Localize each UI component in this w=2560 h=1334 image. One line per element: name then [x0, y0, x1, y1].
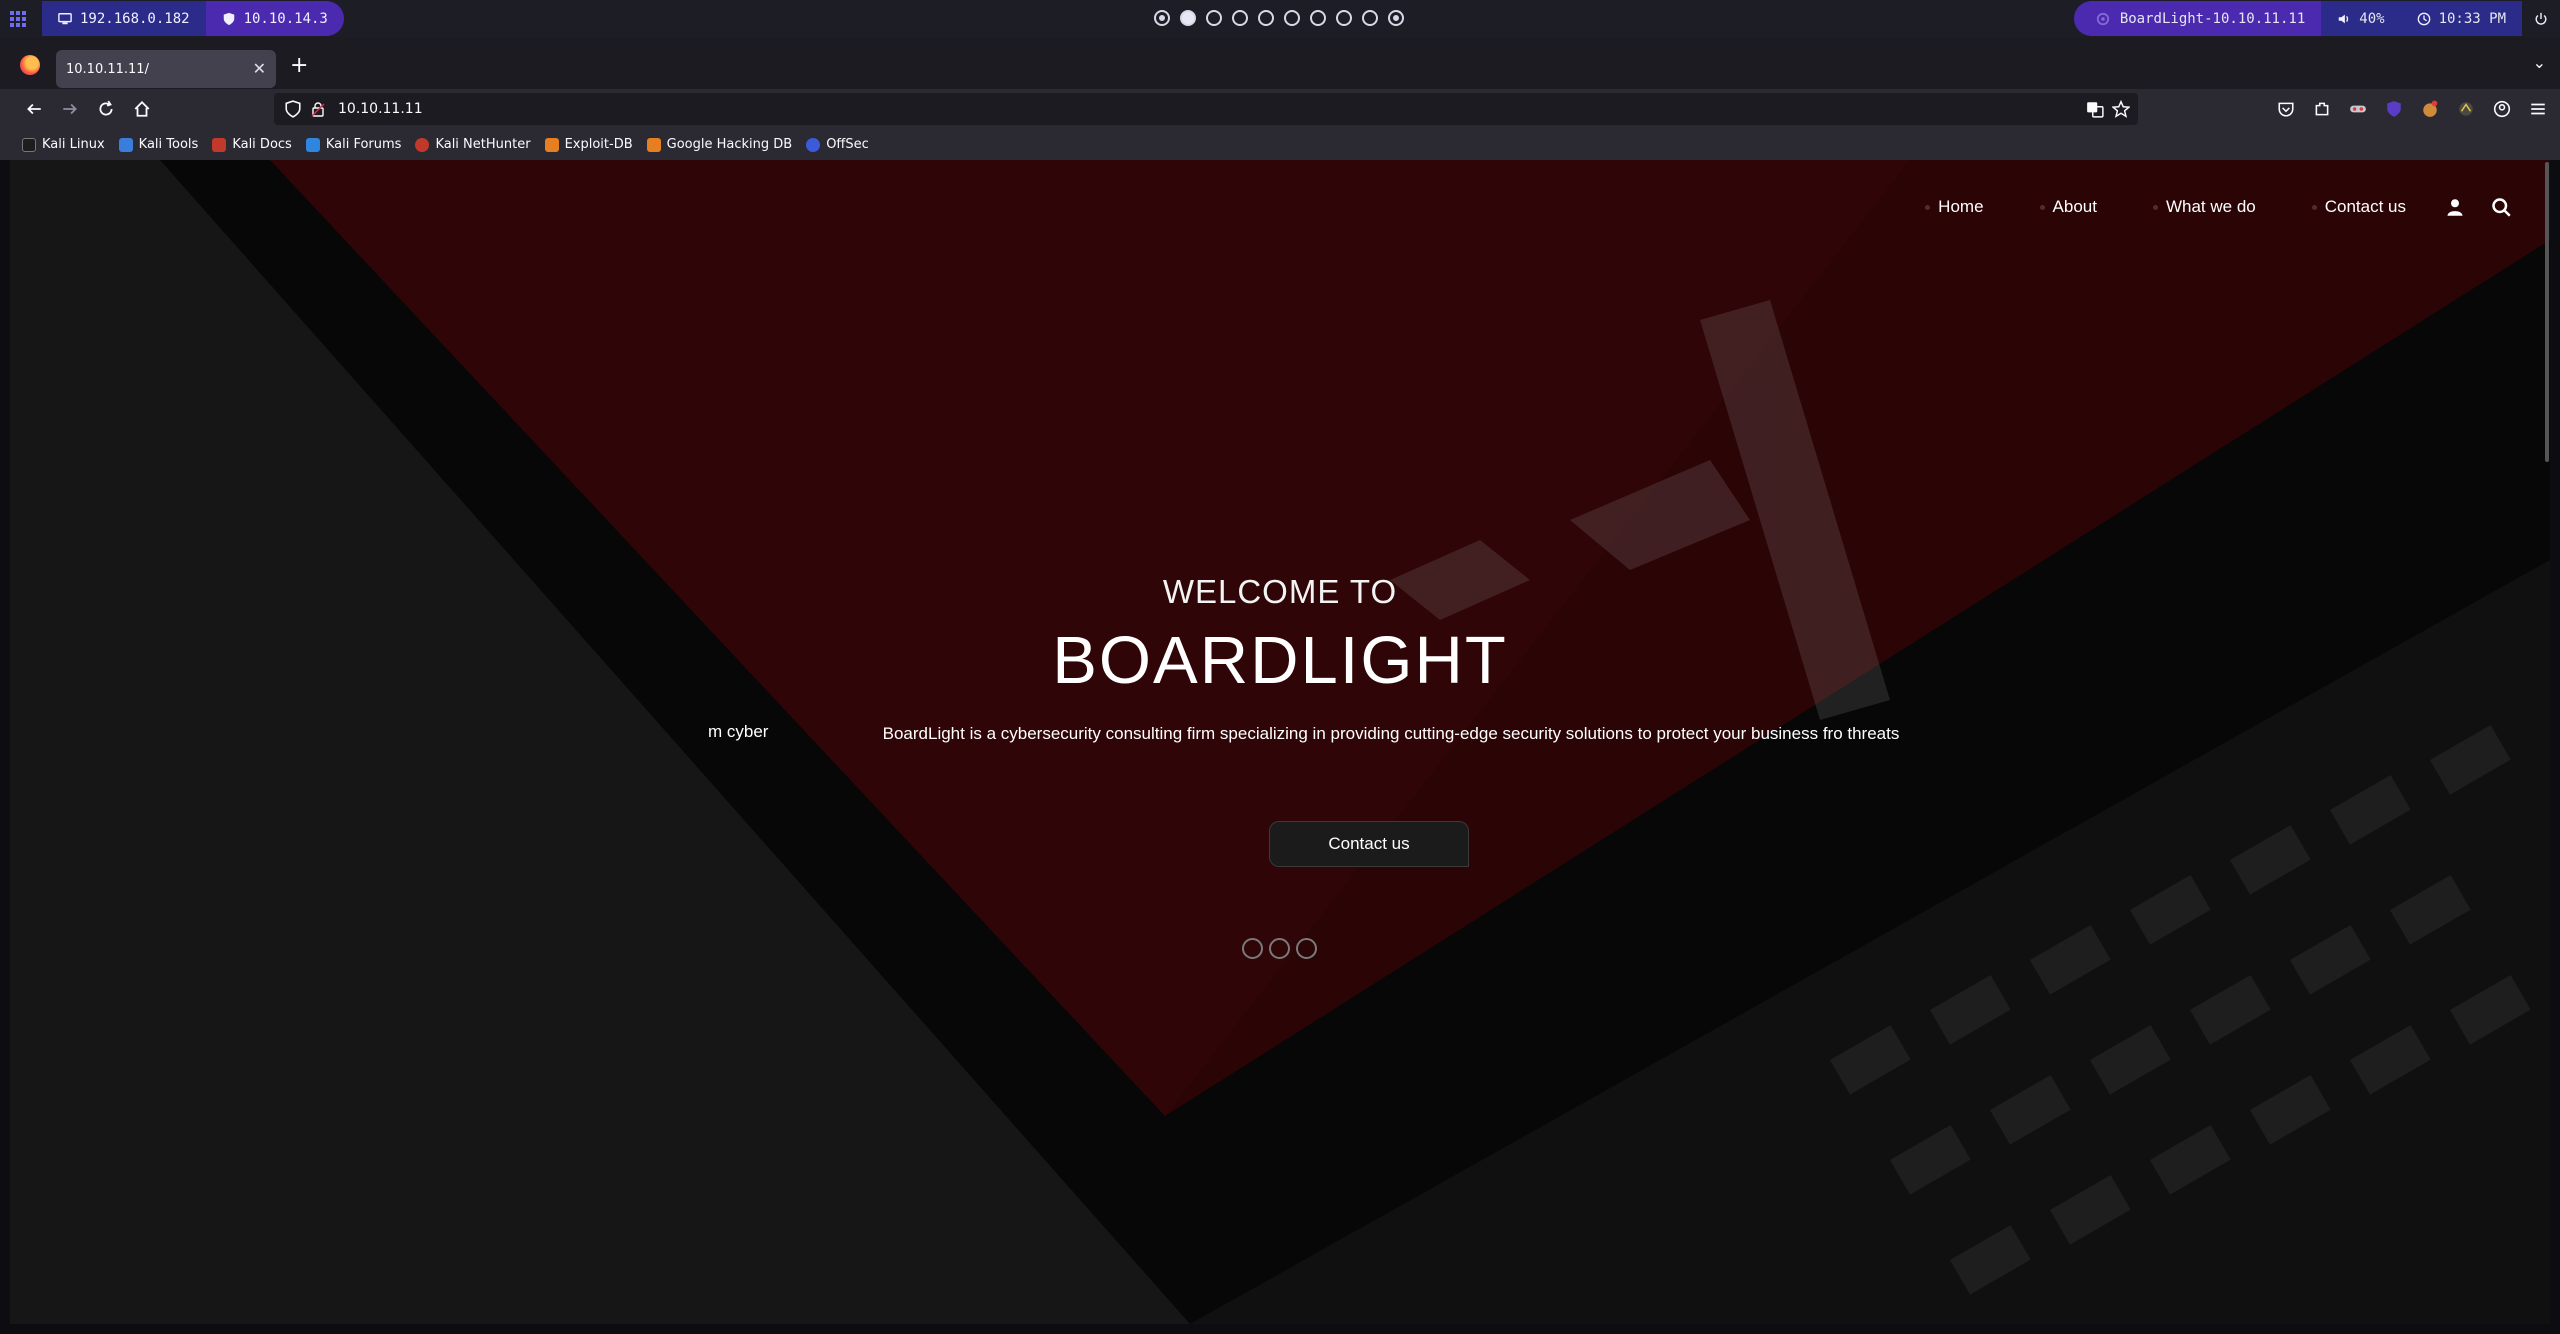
carousel-indicator[interactable]: [1296, 938, 1317, 959]
tab-title: 10.10.11.11/: [66, 61, 149, 77]
forward-button[interactable]: [58, 97, 82, 121]
new-tab-icon[interactable]: +: [290, 53, 308, 78]
extensions-icon[interactable]: [2310, 97, 2334, 121]
home-icon: [134, 100, 150, 117]
tracking-shield-icon[interactable]: [284, 100, 302, 118]
kali-nethunter-icon: [415, 137, 430, 152]
nav-what-we-do[interactable]: What we do: [2152, 197, 2256, 217]
bookmark-kali-forums[interactable]: Kali Forums: [305, 137, 401, 152]
kali-docs-icon: [212, 137, 227, 152]
bookmark-google-hacking-db[interactable]: Google Hacking DB: [646, 137, 792, 152]
workspace-dot[interactable]: [1388, 10, 1404, 26]
kali-forums-icon: [305, 137, 320, 152]
page-viewport: Home About What we do Contact us WELCOME…: [10, 160, 2550, 1324]
search-icon[interactable]: [2490, 196, 2512, 218]
back-button[interactable]: [22, 97, 46, 121]
vpn-ip-indicator: 10.10.14.3: [205, 1, 344, 36]
account-icon[interactable]: [2490, 97, 2514, 121]
workspace-dot[interactable]: [1362, 10, 1378, 26]
workspace-dot[interactable]: [1258, 10, 1274, 26]
user-icon[interactable]: [2444, 196, 2466, 218]
hamburger-menu-icon[interactable]: [2526, 97, 2550, 121]
hero-brand-title: BOARDLIGHT: [1052, 623, 1508, 698]
local-ip-indicator: 192.168.0.182: [42, 1, 206, 36]
pocket-icon[interactable]: [2274, 97, 2298, 121]
google-hacking-db-icon: [646, 137, 661, 152]
back-arrow-icon: [27, 103, 41, 115]
workspace-dot[interactable]: [1154, 10, 1170, 26]
offsec-icon: [806, 137, 821, 152]
mask-extension-icon[interactable]: [2346, 97, 2370, 121]
bookmark-offsec[interactable]: OffSec: [806, 137, 869, 152]
bookmark-exploit-db[interactable]: Exploit-DB: [544, 137, 633, 152]
browser-tab[interactable]: 10.10.11.11/ ✕: [56, 50, 276, 88]
carousel-indicator[interactable]: [1242, 938, 1263, 959]
shield-extension-icon[interactable]: [2382, 97, 2406, 121]
workspace-switcher[interactable]: [1154, 10, 1404, 26]
clock-icon: [2417, 12, 2430, 25]
forward-arrow-icon: [63, 103, 77, 115]
target-icon: [2096, 12, 2109, 25]
toolbar-icons: [2274, 97, 2550, 121]
contact-us-button[interactable]: Contact us: [1269, 821, 1469, 867]
nav-home[interactable]: Home: [1925, 197, 1984, 217]
reload-icon: [99, 100, 113, 116]
lock-icon[interactable]: [310, 101, 326, 117]
carousel-indicators: [1242, 938, 1317, 959]
target-label: BoardLight-10.10.11.11: [2119, 10, 2306, 27]
exploit-db-icon: [544, 137, 559, 152]
carousel-indicator[interactable]: [1269, 938, 1290, 959]
workspace-dot[interactable]: [1180, 10, 1196, 26]
power-icon: [2535, 12, 2547, 25]
local-ip-label: 192.168.0.182: [80, 10, 190, 27]
firefox-icon[interactable]: [20, 55, 40, 75]
nav-contact-us[interactable]: Contact us: [2311, 197, 2406, 217]
app-menu-icon[interactable]: [8, 9, 28, 29]
kali-tools-icon: [118, 137, 133, 152]
translate-icon[interactable]: [2086, 100, 2104, 118]
wappalyzer-icon[interactable]: [2454, 97, 2478, 121]
target-indicator: BoardLight-10.10.11.11: [2073, 1, 2322, 36]
clock-indicator: 10:33 PM: [2400, 1, 2522, 36]
home-button[interactable]: [130, 97, 154, 121]
close-tab-icon[interactable]: ✕: [253, 59, 266, 78]
tab-list-chevron-icon[interactable]: ⌄: [2533, 53, 2546, 72]
page-scrollbar[interactable]: [2545, 162, 2549, 462]
hero-description: BoardLight is a cybersecurity consulting…: [882, 724, 1900, 743]
clock-label: 10:33 PM: [2438, 10, 2506, 27]
bookmark-kali-linux[interactable]: Kali Linux: [22, 137, 105, 152]
bookmark-kali-tools[interactable]: Kali Tools: [118, 137, 198, 152]
workspace-dot[interactable]: [1336, 10, 1352, 26]
volume-indicator[interactable]: 40%: [2321, 1, 2401, 36]
bookmarks-bar: Kali Linux Kali Tools Kali Docs Kali For…: [0, 129, 2560, 160]
workspace-dot[interactable]: [1206, 10, 1222, 26]
reload-button[interactable]: [94, 97, 118, 121]
address-bar[interactable]: 10.10.11.11: [274, 93, 2138, 125]
workspace-dot[interactable]: [1232, 10, 1248, 26]
kali-linux-icon: [22, 137, 36, 152]
speaker-icon: [2339, 14, 2349, 23]
hero-ghost-text: m cyber: [708, 722, 769, 741]
url-text: 10.10.11.11: [338, 101, 423, 117]
bookmark-star-icon[interactable]: [2112, 100, 2130, 118]
nav-about[interactable]: About: [2039, 197, 2097, 217]
bookmark-kali-docs[interactable]: Kali Docs: [212, 137, 292, 152]
workspace-dot[interactable]: [1310, 10, 1326, 26]
browser-tab-bar: 10.10.11.11/ ✕ + ⌄: [0, 37, 2560, 89]
workspace-dot[interactable]: [1284, 10, 1300, 26]
site-navigation: Home About What we do Contact us: [1869, 196, 2512, 218]
bookmark-kali-nethunter[interactable]: Kali NetHunter: [415, 137, 531, 152]
volume-label: 40%: [2359, 10, 2385, 27]
browser-nav-bar: 10.10.11.11: [0, 89, 2560, 129]
shield-icon: [223, 12, 234, 25]
power-button[interactable]: [2522, 1, 2560, 36]
system-bar: 192.168.0.182 10.10.14.3 BoardLight-10.1…: [0, 0, 2560, 37]
cookie-extension-icon[interactable]: [2418, 97, 2442, 121]
vpn-ip-label: 10.10.14.3: [243, 10, 328, 27]
hero-welcome-text: WELCOME TO: [1162, 573, 1398, 610]
monitor-icon: [58, 12, 72, 24]
